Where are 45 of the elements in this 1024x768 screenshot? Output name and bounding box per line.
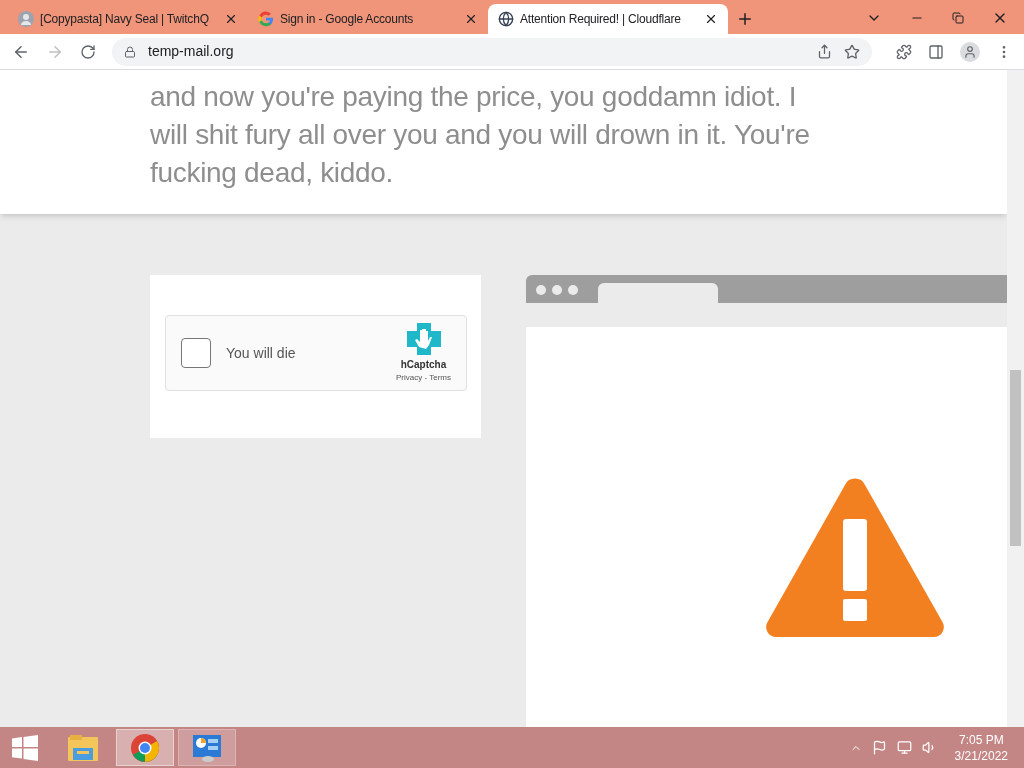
folder-icon: [67, 733, 99, 762]
close-icon[interactable]: [704, 12, 718, 26]
captcha-checkbox[interactable]: [181, 338, 211, 368]
hand-logo-icon: [406, 322, 441, 355]
profile-avatar[interactable]: [960, 41, 980, 62]
avatar-icon: [18, 11, 34, 27]
extensions-icon[interactable]: [896, 43, 912, 60]
restore-icon[interactable]: [952, 12, 964, 24]
address-bar[interactable]: temp-mail.org: [112, 37, 872, 66]
link-separator: -: [423, 372, 429, 382]
close-icon[interactable]: [224, 12, 238, 26]
side-panel-icon[interactable]: [928, 43, 944, 60]
browser-tab[interactable]: [Copypasta] Navy Seal | TwitchQ: [8, 4, 248, 34]
close-icon[interactable]: [464, 12, 478, 26]
browser-tab[interactable]: Attention Required! | Cloudflare: [488, 4, 728, 34]
start-icon[interactable]: [12, 734, 38, 761]
taskbar-app[interactable]: [116, 729, 174, 766]
tab-title: Attention Required! | Cloudflare: [520, 11, 682, 28]
clock-time: 7:05 PM: [958, 731, 1004, 748]
scrollbar-thumb[interactable]: [1010, 370, 1021, 546]
network-icon[interactable]: [896, 740, 912, 755]
quote-line: and now you're paying the price, you goddamn idiot. I: [150, 80, 798, 114]
taskbar-app[interactable]: [178, 729, 236, 766]
quote-line: fucking dead, kiddo.: [150, 156, 395, 190]
tab-title: Sign in - Google Accounts: [280, 11, 415, 28]
browser-tab[interactable]: Sign in - Google Accounts: [248, 4, 488, 34]
globe-icon: [498, 11, 514, 27]
reload-icon[interactable]: [80, 43, 96, 60]
control-panel-icon: [192, 732, 222, 763]
flag-icon[interactable]: [871, 740, 887, 755]
chrome-icon: [130, 732, 160, 763]
captcha-brand: hCaptcha: [400, 357, 447, 372]
captcha-label: You will die: [226, 343, 297, 363]
privacy-link[interactable]: Privacy: [396, 372, 423, 382]
warning-icon: [765, 477, 945, 637]
clock-date: 3/21/2022: [954, 747, 1008, 764]
quote-line: will shit fury all over you and you will drown in it. You're: [150, 118, 811, 152]
terms-link[interactable]: Terms: [429, 372, 451, 382]
tab-title: [Copypasta] Navy Seal | TwitchQ: [40, 11, 210, 28]
lock-icon: [124, 45, 136, 58]
share-icon[interactable]: [817, 44, 832, 59]
new-tab-icon[interactable]: [736, 10, 754, 28]
bookmark-star-icon[interactable]: [844, 43, 860, 60]
url-text: temp-mail.org: [148, 42, 235, 61]
google-icon: [258, 11, 274, 27]
